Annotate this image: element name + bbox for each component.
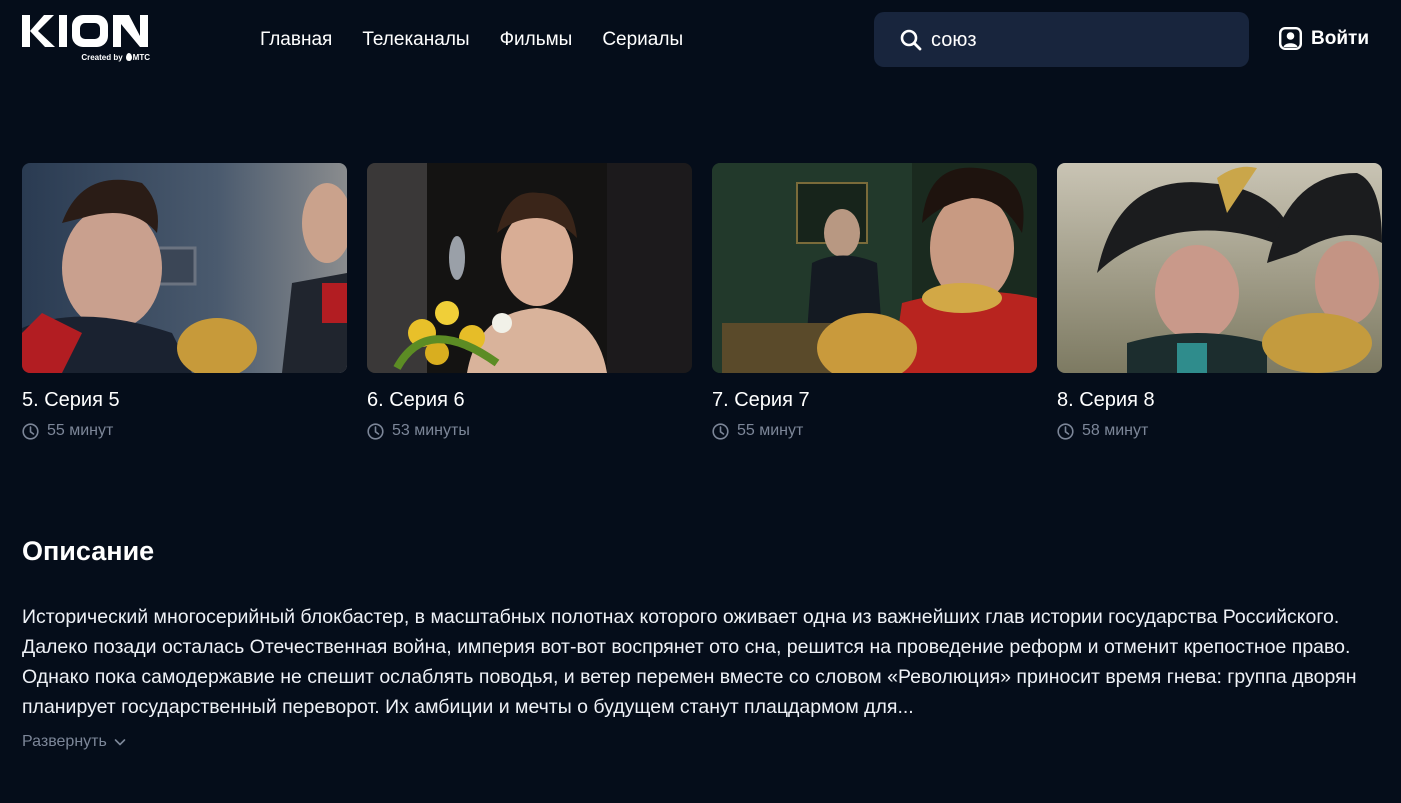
episode-duration: 55 минут [712, 422, 803, 440]
episode-thumbnail[interactable] [712, 163, 1037, 373]
logo-subtitle: Created by МТС [81, 53, 150, 62]
header: Created by МТС Главная Телеканалы Фильмы … [0, 0, 1401, 82]
description-heading: Описание [22, 536, 155, 566]
clock-icon [22, 422, 39, 440]
episode-duration: 58 минут [1057, 422, 1148, 440]
episode-card[interactable]: 7. Серия 7 55 минут [712, 163, 1037, 440]
clock-icon [367, 422, 384, 440]
main-nav: Главная Телеканалы Фильмы Сериалы [260, 28, 713, 52]
duration-label: 58 минут [1082, 422, 1149, 439]
created-by-label: Created by [81, 53, 123, 62]
chevron-down-icon [114, 739, 126, 746]
clock-icon [712, 422, 729, 440]
episode-card[interactable]: 8. Серия 8 58 минут [1057, 163, 1382, 440]
login-button[interactable]: Войти [1279, 27, 1369, 50]
nav-item-home[interactable]: Главная [260, 28, 332, 52]
search-input[interactable]: союз [874, 12, 1249, 67]
episode-card[interactable]: 5. Серия 5 55 минут [22, 163, 347, 440]
kion-wordmark [22, 15, 148, 47]
episode-list: 5. Серия 5 55 минут 6. Серия 6 53 минуты… [22, 163, 1401, 453]
nav-item-series[interactable]: Сериалы [602, 28, 683, 52]
expand-label: Развернуть [22, 733, 107, 750]
mts-egg-icon [125, 53, 132, 61]
duration-label: 53 минуты [392, 422, 470, 439]
episode-thumbnail[interactable] [22, 163, 347, 373]
episode-title[interactable]: 5. Серия 5 [22, 388, 120, 412]
login-label: Войти [1311, 27, 1369, 49]
clock-icon [1057, 422, 1074, 440]
mts-label: МТС [132, 53, 150, 62]
episode-duration: 55 минут [22, 422, 113, 440]
episode-title[interactable]: 7. Серия 7 [712, 388, 810, 412]
description-text: Исторический многосерийный блокбастер, в… [22, 606, 1357, 718]
duration-label: 55 минут [47, 422, 114, 439]
nav-item-movies[interactable]: Фильмы [500, 28, 573, 52]
episode-duration: 53 минуты [367, 422, 470, 440]
user-icon [1279, 27, 1302, 50]
episode-title[interactable]: 8. Серия 8 [1057, 388, 1155, 412]
episode-thumbnail[interactable] [367, 163, 692, 373]
search-value: союз [931, 29, 977, 51]
search-icon [900, 29, 922, 51]
episode-title[interactable]: 6. Серия 6 [367, 388, 465, 412]
expand-button[interactable]: Развернуть [22, 733, 127, 751]
episode-thumbnail[interactable] [1057, 163, 1382, 373]
nav-item-tv-channels[interactable]: Телеканалы [362, 28, 469, 52]
duration-label: 55 минут [737, 422, 804, 439]
kion-logo[interactable]: Created by МТС [22, 14, 150, 64]
episode-card[interactable]: 6. Серия 6 53 минуты [367, 163, 692, 440]
